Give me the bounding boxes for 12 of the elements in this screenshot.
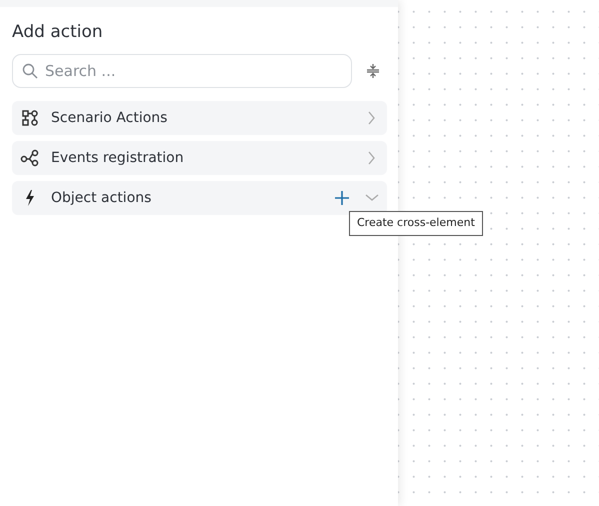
- panel-title: Add action: [12, 21, 104, 43]
- group-row[interactable]: Object actions: [12, 181, 387, 215]
- group-row[interactable]: Scenario Actions: [12, 101, 387, 135]
- collapse-all-button[interactable]: [366, 63, 380, 79]
- group-label: Events registration: [51, 148, 185, 168]
- share-icon: [19, 149, 41, 167]
- group-row[interactable]: Events registration: [12, 141, 387, 175]
- group-label: Object actions: [51, 188, 152, 208]
- add-button[interactable]: [335, 191, 349, 205]
- search-field[interactable]: Search ...: [12, 54, 352, 88]
- tooltip: Create cross-element: [349, 211, 483, 236]
- group-label: Scenario Actions: [51, 108, 168, 128]
